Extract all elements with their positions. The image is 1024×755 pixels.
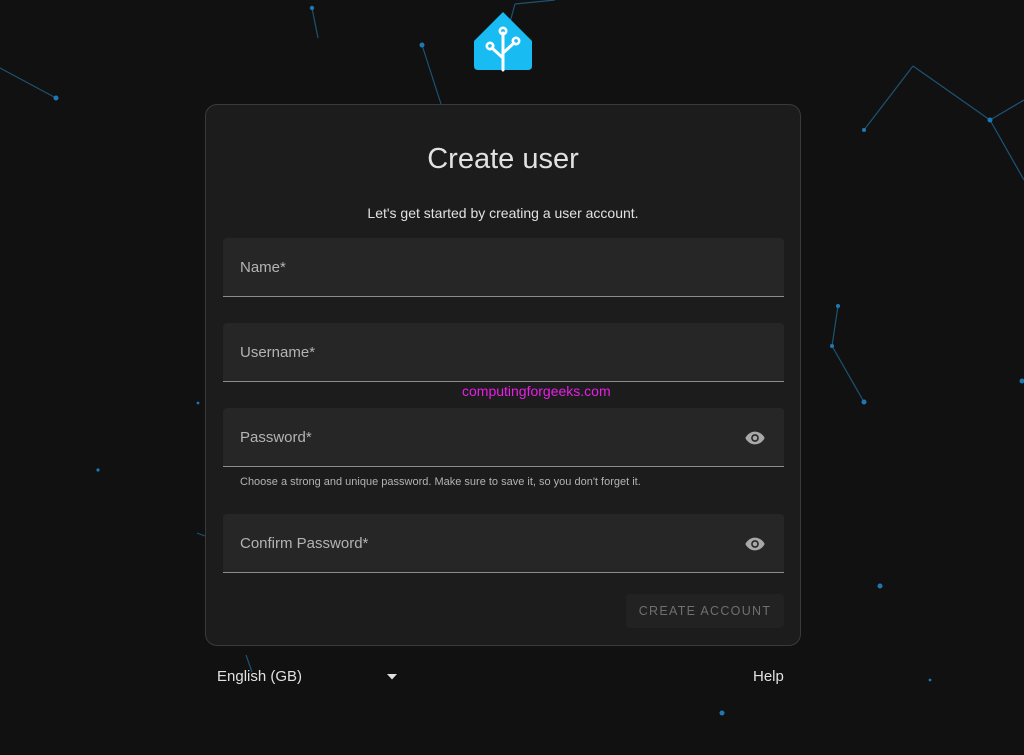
caret-down-icon: [387, 674, 397, 680]
confirm-password-field-label: Confirm Password*: [240, 535, 369, 552]
eye-icon[interactable]: [744, 533, 766, 555]
language-select-value: English (GB): [217, 668, 303, 685]
name-field-label: Name*: [240, 259, 286, 276]
name-field[interactable]: Name*: [223, 238, 784, 297]
password-field[interactable]: Password*: [223, 408, 784, 467]
password-helper-text: Choose a strong and unique password. Mak…: [240, 476, 641, 488]
confirm-password-field[interactable]: Confirm Password*: [223, 514, 784, 573]
eye-icon[interactable]: [744, 427, 766, 449]
page-title: Create user: [427, 143, 579, 175]
username-field-label: Username*: [240, 344, 316, 361]
create-user-card: Create user Let's get started by creatin…: [205, 104, 801, 646]
onboarding-page: Create user Let's get started by creatin…: [0, 0, 1024, 755]
create-account-button[interactable]: CREATE ACCOUNT: [626, 594, 784, 628]
page-subtitle: Let's get started by creating a user acc…: [367, 205, 639, 221]
help-link[interactable]: Help: [753, 668, 784, 685]
watermark-text: computingforgeeks.com: [462, 383, 611, 399]
username-field[interactable]: Username*: [223, 323, 784, 382]
home-assistant-logo-icon: [474, 12, 532, 72]
language-select[interactable]: English (GB): [217, 666, 402, 690]
password-field-label: Password*: [240, 429, 312, 446]
